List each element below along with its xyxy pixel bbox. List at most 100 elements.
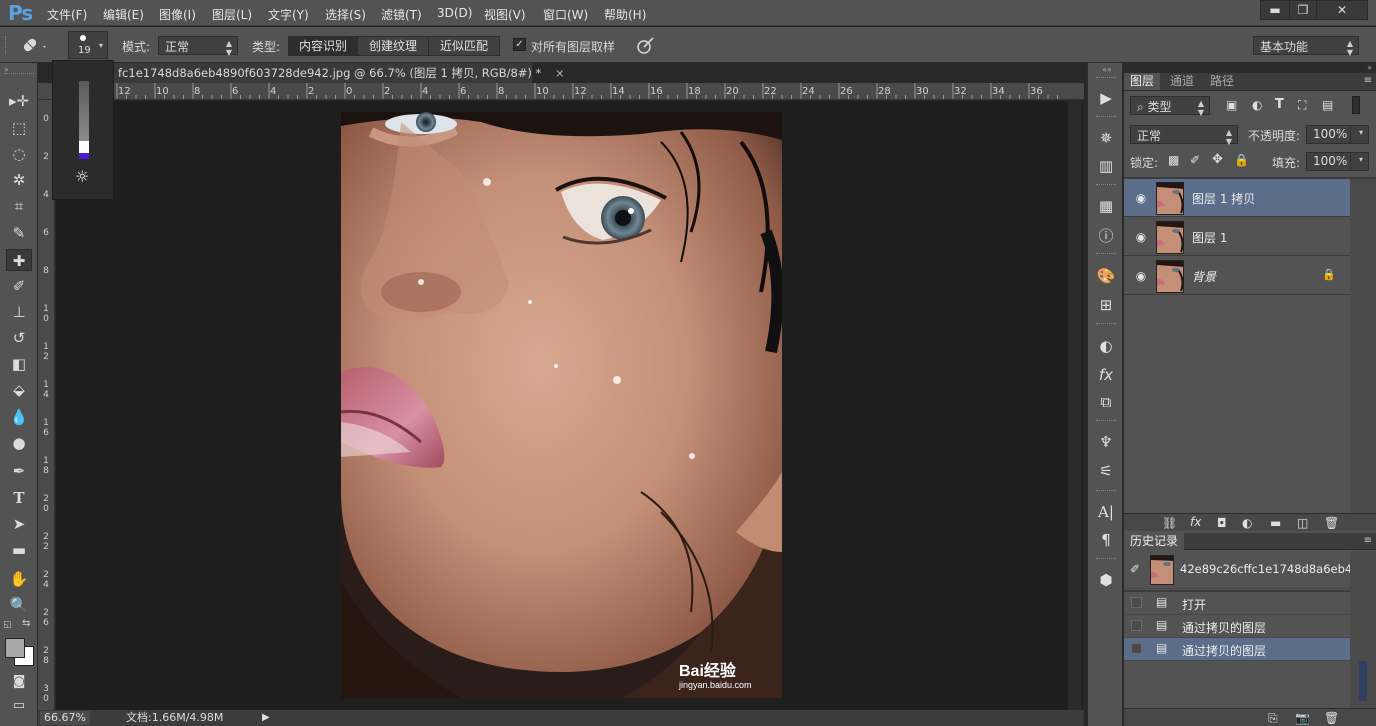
new-adjustment-layer-icon[interactable]: ◐ [1242, 516, 1252, 530]
filter-smart-object-icon[interactable]: ▤ [1322, 98, 1333, 112]
layer-row-1[interactable]: ◉ 图层 1 [1124, 218, 1350, 256]
histogram-icon[interactable]: ▥ [1094, 155, 1118, 177]
dodge-tool-icon[interactable]: ● [6, 432, 32, 454]
menu-image[interactable]: 图像(I) [159, 6, 196, 23]
lock-all-icon[interactable]: 🔒 [1234, 153, 1249, 167]
type-tool-icon[interactable]: T [6, 487, 32, 509]
lock-position-icon[interactable]: ✥ [1212, 152, 1223, 167]
screen-mode-icon[interactable]: ▭ [6, 695, 32, 717]
tab-paths[interactable]: 路径 [1204, 73, 1240, 90]
tab-channels[interactable]: 通道 [1164, 73, 1200, 90]
zoom-level-field[interactable]: 66.67% [40, 711, 90, 725]
vertical-scrollbar[interactable] [1068, 101, 1082, 710]
history-brush-source-icon[interactable]: ✐ [1130, 562, 1140, 576]
paragraph-icon[interactable]: ¶ [1094, 529, 1118, 551]
new-layer-icon[interactable]: ◫ [1297, 516, 1308, 530]
collapse-arrows-icon[interactable]: «« [1102, 65, 1112, 74]
move-tool-icon[interactable]: ▸✛ [6, 90, 32, 112]
delete-state-icon[interactable]: 🗑 [1324, 711, 1339, 725]
brush-presets-icon[interactable]: ♆ [1094, 431, 1118, 453]
layers-scrollbar[interactable] [1350, 179, 1376, 513]
history-scrollbar[interactable] [1350, 551, 1376, 708]
menu-edit[interactable]: 编辑(E) [103, 6, 144, 23]
visibility-eye-icon[interactable]: ◉ [1134, 230, 1148, 244]
collapse-arrows-icon[interactable]: » [1367, 63, 1372, 72]
navigator-icon[interactable]: ✵ [1094, 127, 1118, 149]
panel-menu-icon[interactable]: ≡ [1364, 75, 1372, 86]
color-icon[interactable]: 🎨 [1094, 265, 1118, 287]
pressure-size-toggle[interactable] [636, 35, 656, 55]
layer-name[interactable]: 图层 1 [1192, 229, 1227, 246]
eyedropper-tool-icon[interactable]: ✎ [6, 222, 32, 244]
quick-mask-icon[interactable]: ◙ [6, 671, 32, 693]
menu-filter[interactable]: 滤镜(T) [381, 6, 422, 23]
layer-name[interactable]: 图层 1 拷贝 [1192, 190, 1255, 207]
clone-stamp-tool-icon[interactable]: ⊥ [6, 301, 32, 323]
blur-tool-icon[interactable]: 💧 [6, 406, 32, 428]
layer-row-background[interactable]: ◉ 背景 🔒 [1124, 257, 1350, 295]
menu-3d[interactable]: 3D(D) [437, 6, 472, 20]
type-create-texture[interactable]: 创建纹理 [357, 36, 429, 56]
clone-source-icon[interactable]: ⧉ [1094, 391, 1118, 413]
paint-bucket-tool-icon[interactable]: ⬙ [6, 379, 32, 401]
history-state-open[interactable]: ▤ 打开 [1124, 592, 1350, 615]
filter-toggle[interactable] [1352, 96, 1360, 114]
spot-healing-brush-tool-icon[interactable]: ✚ [6, 249, 32, 271]
link-layers-icon[interactable]: ⛓ [1162, 516, 1177, 530]
menu-select[interactable]: 选择(S) [325, 6, 366, 23]
layer-row-copy[interactable]: ◉ 图层 1 拷贝 [1124, 179, 1350, 217]
magic-wand-tool-icon[interactable]: ✲ [6, 169, 32, 191]
history-source-checkbox[interactable] [1131, 597, 1142, 608]
crop-tool-icon[interactable]: ⌗ [6, 195, 32, 217]
styles-icon[interactable]: fx [1094, 364, 1118, 386]
type-content-aware[interactable]: 内容识别 [288, 36, 358, 56]
brush-slider-handle[interactable] [79, 141, 89, 153]
visibility-eye-icon[interactable]: ◉ [1134, 191, 1148, 205]
hand-tool-icon[interactable]: ✋ [6, 568, 32, 590]
restore-button[interactable]: ❐ [1289, 0, 1317, 20]
close-button[interactable]: ✕ [1316, 0, 1368, 20]
fill-field[interactable]: 100% [1306, 152, 1351, 171]
layer-filter-dropdown[interactable]: ⌕ 类型 ▲ ▼ [1130, 96, 1210, 117]
path-selection-tool-icon[interactable]: ➤ [6, 513, 32, 535]
history-state-copy-layer-2[interactable]: ▤ 通过拷贝的图层 [1124, 638, 1350, 661]
info-icon[interactable]: ⓘ [1094, 225, 1118, 247]
menu-file[interactable]: 文件(F) [47, 6, 87, 23]
filter-adjustment-icon[interactable]: ◐ [1252, 98, 1262, 112]
lasso-tool-icon[interactable]: ◌ [6, 143, 32, 165]
menu-type[interactable]: 文字(Y) [268, 6, 309, 23]
swap-colors-icon[interactable]: ⇆ [22, 618, 30, 629]
pen-tool-icon[interactable]: ✒ [6, 460, 32, 482]
filter-type-icon[interactable]: T [1275, 97, 1284, 112]
workspace-dropdown[interactable]: 基本功能 ▲ ▼ [1253, 36, 1359, 57]
ruler-horizontal[interactable]: 12 10 8 6 4 2 0 2 4 6 8 10 12 14 16 18 20 22 24 26 28 30 32 34 3… [38, 83, 1084, 100]
brush-size-slider[interactable] [79, 81, 89, 159]
panel-menu-icon[interactable]: ≡ [1364, 535, 1372, 546]
menu-view[interactable]: 视图(V) [484, 6, 526, 23]
opacity-field[interactable]: 100% [1306, 125, 1351, 144]
history-source-checkbox[interactable] [1131, 620, 1142, 631]
filter-shape-icon[interactable]: ⛶ [1298, 98, 1306, 113]
rectangle-tool-icon[interactable]: ▬ [6, 539, 32, 561]
lock-image-icon[interactable]: ✐ [1190, 153, 1200, 167]
history-brush-tool-icon[interactable]: ↺ [6, 327, 32, 349]
brush-tool-icon[interactable]: ✐ [6, 275, 32, 297]
menu-window[interactable]: 窗口(W) [543, 6, 588, 23]
brush-panel-icon[interactable]: ⚟ [1094, 460, 1118, 482]
scrollbar-thumb[interactable] [1359, 661, 1367, 701]
new-group-icon[interactable]: ▬ [1270, 516, 1281, 530]
adjustments-icon[interactable]: ◐ [1094, 335, 1118, 357]
eraser-tool-icon[interactable]: ◧ [6, 353, 32, 375]
properties-icon[interactable]: ▦ [1094, 195, 1118, 217]
default-colors-icon[interactable]: ◱ [3, 620, 12, 630]
foreground-color-swatch[interactable] [5, 638, 25, 658]
document-image[interactable]: Bai经验 jingyan.baidu.com [341, 112, 782, 698]
history-source-checkbox[interactable] [1131, 643, 1142, 654]
minimize-button[interactable]: ▬ [1260, 0, 1290, 20]
blend-mode-dropdown[interactable]: 正常 ▲ ▼ [1130, 125, 1238, 146]
fill-dropdown[interactable]: ▾ [1350, 152, 1369, 171]
history-state-copy-layer-1[interactable]: ▤ 通过拷贝的图层 [1124, 615, 1350, 638]
play-actions-icon[interactable]: ▶ [1094, 87, 1118, 109]
zoom-tool-icon[interactable]: 🔍 [6, 594, 32, 616]
tool-preset-picker[interactable] [18, 33, 48, 57]
